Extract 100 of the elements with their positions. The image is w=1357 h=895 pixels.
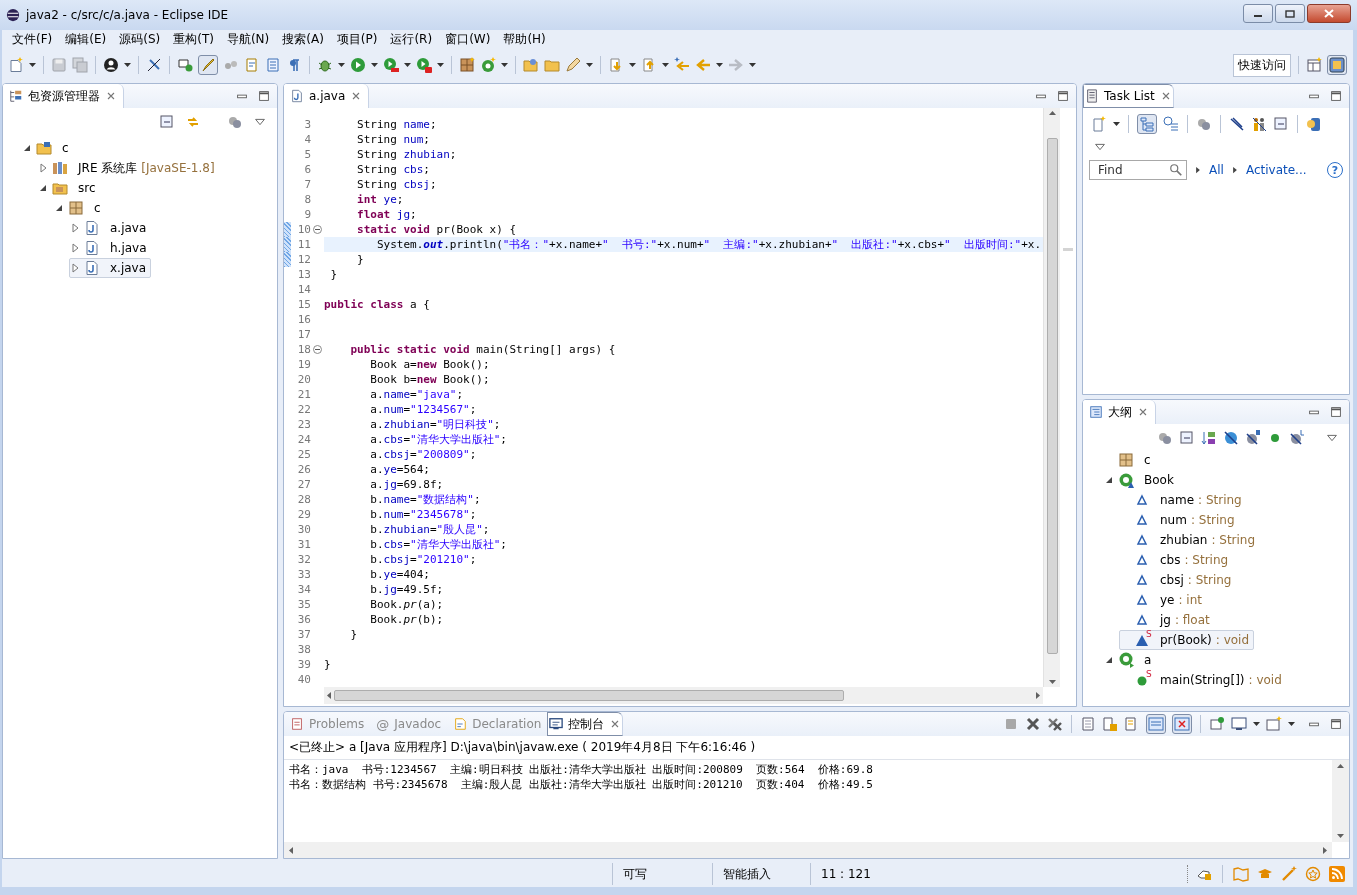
scroll-left-arrow-icon[interactable]	[288, 845, 294, 855]
view-tab[interactable]: Task List	[1083, 84, 1174, 108]
hide-local-icon[interactable]	[1289, 430, 1305, 446]
tree-view-icon[interactable]	[1139, 116, 1155, 132]
tree-item[interactable]: cbs : String	[1119, 550, 1234, 570]
show-error-icon[interactable]	[1174, 716, 1190, 732]
tree-item[interactable]: c	[53, 198, 106, 218]
filter-icon[interactable]	[1157, 430, 1173, 446]
scroll-left-arrow-icon[interactable]	[326, 691, 332, 700]
menu-item[interactable]: 重构(T)	[167, 30, 220, 49]
scroll-lock-icon[interactable]	[1102, 716, 1118, 732]
expanded-arrow-icon[interactable]	[1104, 655, 1114, 665]
menu-item[interactable]: 项目(P)	[330, 30, 384, 49]
close-icon[interactable]	[105, 90, 117, 102]
new-class-icon[interactable]	[480, 57, 496, 73]
tree-item[interactable]: x.java	[69, 258, 152, 278]
bug-icon[interactable]	[317, 57, 333, 73]
expanded-arrow-icon[interactable]	[22, 143, 32, 153]
menu-item[interactable]: 文件(F)	[6, 30, 59, 49]
tree-item[interactable]: num : String	[1119, 510, 1240, 530]
run-with-bag-icon[interactable]	[416, 57, 432, 73]
java-perspective-icon[interactable]	[1329, 57, 1345, 73]
clear-console-icon[interactable]	[1080, 716, 1096, 732]
collapse-all-icon[interactable]	[1179, 430, 1195, 446]
vertical-scrollbar[interactable]	[1043, 108, 1060, 687]
tree-item[interactable]: name : String	[1119, 490, 1247, 510]
tree-item[interactable]: c	[1103, 450, 1156, 470]
filter-icon[interactable]	[1196, 116, 1212, 132]
scroll-down-arrow-icon[interactable]	[1047, 679, 1057, 685]
horizontal-scrollbar[interactable]	[324, 687, 1043, 704]
pin-console-icon[interactable]	[1209, 716, 1225, 732]
new-console-icon[interactable]	[1266, 716, 1282, 732]
fold-icon[interactable]	[313, 225, 322, 234]
rss-icon[interactable]	[1329, 866, 1345, 882]
tree-item[interactable]: c	[21, 138, 74, 158]
scroll-up-arrow-icon[interactable]	[1336, 763, 1345, 769]
open-folder-icon[interactable]	[523, 57, 539, 73]
tree-item[interactable]: a.java	[69, 218, 152, 238]
view-tab[interactable]: 大纲	[1083, 400, 1156, 424]
crossed-line-icon[interactable]	[1229, 116, 1245, 132]
collapse-all-icon[interactable]	[159, 114, 175, 130]
tree-item[interactable]: cbsj : String	[1119, 570, 1237, 590]
people-icon[interactable]	[1251, 116, 1267, 132]
tree-item[interactable]: S main(String[]) : void	[1119, 670, 1287, 690]
expanded-arrow-icon[interactable]	[54, 203, 64, 213]
tree-item[interactable]: h.java	[69, 238, 152, 258]
sort-icon[interactable]	[1201, 430, 1217, 446]
person-icon[interactable]	[103, 57, 119, 73]
remove-icon[interactable]	[1025, 716, 1041, 732]
scheduled-view-icon[interactable]	[1163, 116, 1179, 132]
menu-item[interactable]: 导航(N)	[220, 30, 276, 49]
maximize-icon[interactable]	[1056, 89, 1070, 103]
editor-tab[interactable]: a.java	[284, 84, 370, 108]
scroll-down-arrow-icon[interactable]	[1336, 833, 1345, 839]
back-arrow-icon[interactable]	[674, 57, 690, 73]
maximize-icon[interactable]	[257, 89, 271, 103]
tree-item[interactable]: S pr(Book) : void	[1119, 630, 1255, 650]
tree-item[interactable]: Book	[1103, 470, 1179, 490]
view-tab[interactable]: 控制台	[547, 712, 624, 736]
perspective-icon[interactable]	[1306, 57, 1322, 73]
display-console-icon[interactable]	[1231, 716, 1247, 732]
menu-item[interactable]: 帮助(H)	[497, 30, 552, 49]
collapsed-arrow-icon[interactable]	[70, 243, 80, 253]
vertical-scrollbar[interactable]	[1332, 760, 1349, 842]
menu-item[interactable]: 窗口(W)	[439, 30, 497, 49]
star-icon[interactable]	[1305, 866, 1321, 882]
expanded-arrow-icon[interactable]	[1104, 475, 1114, 485]
tree-item[interactable]: src	[37, 178, 101, 198]
remove-all-icon[interactable]	[1047, 716, 1063, 732]
close-icon[interactable]	[1137, 406, 1149, 418]
hide-static-icon[interactable]	[1245, 430, 1261, 446]
tree-item[interactable]: ye : int	[1119, 590, 1207, 610]
expanded-arrow-icon[interactable]	[38, 183, 48, 193]
link[interactable]: All	[1209, 163, 1224, 177]
menu-item[interactable]: 源码(S)	[113, 30, 167, 49]
window-icon[interactable]	[177, 57, 193, 73]
horizontal-scrollbar[interactable]	[284, 842, 1332, 858]
tree-item[interactable]: zhubian : String	[1119, 530, 1261, 550]
tree-item[interactable]: a	[1103, 650, 1157, 670]
fold-icon[interactable]	[313, 345, 322, 354]
minimize-button[interactable]	[1243, 4, 1273, 23]
quick-access-field[interactable]: 快速访问	[1233, 53, 1291, 77]
maximize-button[interactable]	[1275, 4, 1305, 23]
collapsed-arrow-icon[interactable]	[70, 263, 80, 273]
collapsed-arrow-icon[interactable]	[70, 223, 80, 233]
menu-item[interactable]: 编辑(E)	[59, 30, 113, 49]
run-with-box-icon[interactable]	[383, 57, 399, 73]
hide-fields-icon[interactable]	[1223, 430, 1239, 446]
close-button[interactable]	[1307, 4, 1351, 23]
view-tab[interactable]: 包资源管理器	[3, 84, 124, 108]
maximize-icon[interactable]	[1329, 717, 1343, 731]
scroll-up-arrow-icon[interactable]	[1047, 110, 1057, 116]
run-icon[interactable]	[350, 57, 366, 73]
scroll-right-arrow-icon[interactable]	[1322, 845, 1328, 855]
filter-icon[interactable]	[227, 114, 243, 130]
new-file-icon[interactable]	[8, 57, 24, 73]
maximize-icon[interactable]	[1329, 89, 1343, 103]
maximize-icon[interactable]	[1329, 405, 1343, 419]
link[interactable]: Activate...	[1245, 163, 1307, 177]
collapse-all-icon[interactable]	[1273, 116, 1289, 132]
